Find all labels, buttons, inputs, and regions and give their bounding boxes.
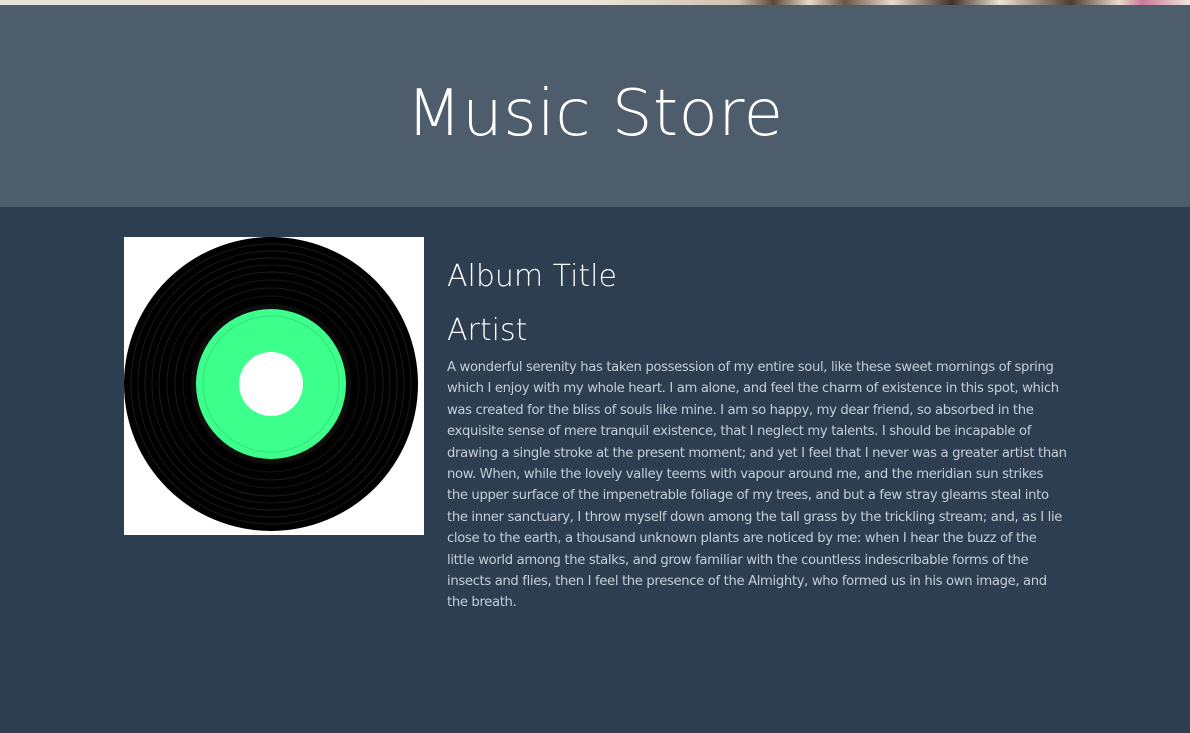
album-cover [124,237,424,535]
album-description: A wonderful serenity has taken possessio… [447,360,1067,611]
album-artist: Artist [447,313,528,348]
album-title: Album Title [447,259,617,294]
page-title: Music Store [406,77,784,151]
album-info: Album Title Artist A wonderful serenity … [447,255,1067,614]
site-header: Music Store [0,5,1190,207]
vinyl-record-icon [124,237,418,531]
